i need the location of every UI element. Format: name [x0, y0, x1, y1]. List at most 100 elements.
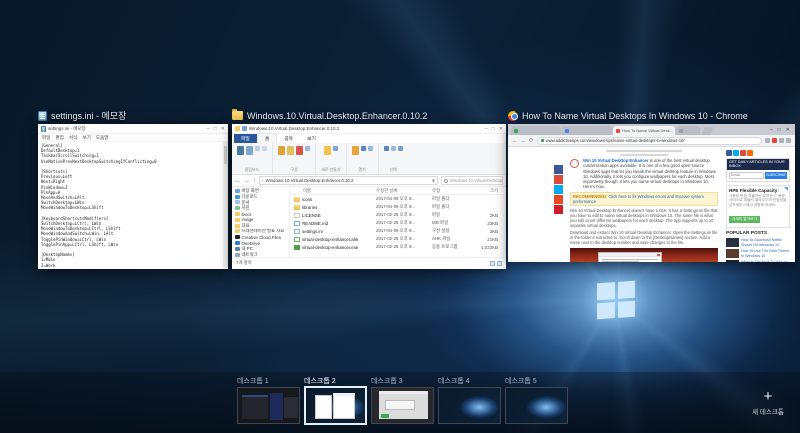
rss-follow-icon[interactable] [747, 150, 753, 156]
advertisement[interactable]: HPE Flexible Capacity: 사용한 만큼 지불하는 유연한 I… [726, 184, 790, 229]
scrollbar[interactable] [223, 142, 228, 268]
browser-tab[interactable] [562, 126, 612, 135]
minimize-icon[interactable]: – [770, 127, 773, 133]
copy-icon[interactable] [246, 146, 253, 155]
new-desktop-button[interactable]: + 새 데스크톱 [742, 389, 794, 416]
properties-icon[interactable] [360, 146, 366, 151]
tab-home[interactable]: 홈 [256, 133, 278, 143]
file-row[interactable]: virtual-desktop-enhancer.ahk 2017-02-26 … [292, 235, 504, 243]
recommended-banner[interactable]: RECOMMENDED: Click here to fix Windows e… [570, 191, 718, 206]
thumbnail-view-icon[interactable] [497, 260, 502, 266]
edit-icon[interactable] [367, 146, 373, 151]
window-thumbnail-chrome[interactable]: How To Name Virtual Desk... – □ ✕ ← → ⟳ … [508, 124, 795, 262]
list-view-icon[interactable] [490, 260, 495, 266]
menu-file[interactable]: 파일 [42, 135, 50, 141]
delete-icon[interactable] [296, 146, 303, 155]
file-row[interactable]: virtual-desktop-enhancer.exe 2017-02-26 … [292, 243, 504, 251]
googleplus-share-icon[interactable] [554, 175, 563, 184]
address-omnibox[interactable]: www.addictivetips.com/windows-tips/name-… [536, 136, 762, 145]
window-thumbnail-notepad[interactable]: settings.ini - 메모장 – □ ✕ 파일 편집 서식 보기 도움말… [38, 124, 228, 269]
file-row[interactable]: LICENSE 2017-02-26 오후 8:.. 파일 2KB [292, 211, 504, 219]
ad-cta-button[interactable]: 자세히 알아보기 [729, 216, 760, 224]
post-title-link[interactable]: How To Download Netflix Shows On Windows… [741, 238, 790, 247]
new-item-icon[interactable] [332, 146, 338, 151]
subscribe-button[interactable]: SUBSCRIBE [765, 171, 787, 179]
explorer-search-input[interactable]: Windows.10.Virtual.Desktop.. 검색 [441, 176, 503, 185]
file-row[interactable]: libraries 2017-04-09 오후 8:.. 파일 폴더 [292, 203, 504, 211]
maximize-icon[interactable]: □ [492, 126, 495, 132]
menu-help[interactable]: 도움말 [96, 135, 109, 141]
address-bar[interactable]: › Windows.10.Virtual.Desktop.Enhancer.0.… [259, 176, 438, 185]
refresh-icon[interactable]: ⟳ [529, 138, 534, 144]
notepad-text-area[interactable]: [General] DefaultDesktop=1 TaskbarScroll… [38, 142, 228, 268]
article-link[interactable]: Win 10 Virtual Desktop Enhancer [583, 158, 649, 163]
pin-icon[interactable] [237, 146, 244, 155]
quick-access-toolbar-icon[interactable] [242, 126, 247, 131]
facebook-follow-icon[interactable] [726, 150, 732, 156]
select-all-icon[interactable] [383, 146, 389, 151]
address-dropdown-icon[interactable]: ∨ [432, 178, 435, 184]
desktop-thumbnail-3[interactable] [371, 387, 434, 424]
popular-post-item[interactable]: How To Download Netflix Shows On Windows… [726, 238, 790, 248]
column-name[interactable]: 이름 [292, 188, 376, 194]
post-title-link[interactable]: What Is The Kodi TV Add-on And Is It Saf… [741, 260, 790, 262]
forward-icon[interactable]: → [244, 178, 250, 184]
pinterest-share-icon[interactable] [554, 205, 563, 214]
twitter-share-icon[interactable] [554, 185, 563, 194]
file-row[interactable]: icons 2017-04-09 오후 8:.. 파일 폴더 [292, 195, 504, 203]
extension-icon[interactable] [779, 138, 784, 143]
twitter-follow-icon[interactable] [733, 150, 739, 156]
sidebar-item-folder[interactable]: 프레젠테이션 발표 자료 [235, 229, 289, 235]
subscribe-email-input[interactable] [729, 171, 764, 179]
column-date-modified[interactable]: 수정한 날짜 [376, 188, 432, 194]
desktop-thumbnail-2-selected[interactable] [304, 386, 367, 425]
post-title-link[interactable]: How To Use The Dark Theme In Windows 10 [741, 249, 790, 258]
desktop-thumbnail-5[interactable] [505, 387, 568, 424]
file-row[interactable]: README.md 2017-02-26 오후 8:.. MD 파일 23KB [292, 219, 504, 227]
extension-icon[interactable] [772, 138, 777, 143]
back-icon[interactable]: ← [512, 138, 518, 144]
popular-post-item[interactable]: How To Use The Dark Theme In Windows 10 [726, 249, 790, 259]
file-row[interactable]: settings.ini 2017-04-09 오후 9:.. 구성 설정 3K… [292, 227, 504, 235]
window-thumbnail-explorer[interactable]: Windows.10.Virtual.Desktop.Enhancer.0.10… [232, 124, 506, 269]
desktop-thumbnail-1[interactable] [237, 387, 300, 424]
reddit-share-icon[interactable] [554, 195, 563, 204]
paste-icon[interactable] [255, 146, 260, 151]
close-icon[interactable]: ✕ [786, 127, 790, 133]
up-icon[interactable]: ↑ [253, 178, 256, 184]
menu-format[interactable]: 서식 [69, 135, 77, 141]
new-folder-icon[interactable] [323, 146, 331, 155]
menu-dots-icon[interactable] [786, 138, 791, 143]
desktop-thumbnail-4[interactable] [438, 387, 501, 424]
copy-to-icon[interactable] [287, 146, 294, 155]
back-icon[interactable]: ← [235, 178, 241, 184]
menu-edit[interactable]: 편집 [55, 135, 63, 141]
menu-view[interactable]: 보기 [82, 135, 90, 141]
maximize-icon[interactable]: □ [778, 127, 781, 133]
ad-choices-icon[interactable] [784, 186, 788, 191]
browser-tab-active[interactable]: How To Name Virtual Desk... [613, 126, 675, 135]
select-none-icon[interactable] [390, 146, 396, 151]
sidebar-item-network[interactable]: 네트워크 [235, 252, 289, 257]
new-tab-button[interactable] [701, 127, 714, 135]
browser-tab[interactable] [511, 126, 561, 135]
popular-post-item[interactable]: What Is The Kodi TV Add-on And Is It Saf… [726, 260, 790, 262]
browser-tab[interactable] [676, 126, 700, 135]
forward-icon[interactable]: → [521, 138, 527, 144]
tab-view[interactable]: 보기 [300, 134, 323, 143]
open-icon[interactable] [351, 146, 359, 155]
close-icon[interactable]: ✕ [221, 126, 225, 132]
facebook-share-icon[interactable] [554, 165, 563, 174]
move-to-icon[interactable] [278, 146, 285, 155]
invert-selection-icon[interactable] [397, 146, 403, 151]
extension-icon[interactable] [765, 138, 770, 143]
breadcrumb[interactable]: Windows.10.Virtual.Desktop.Enhancer.0.10… [265, 178, 353, 183]
tab-file[interactable]: 파일 [234, 134, 257, 143]
googleplus-follow-icon[interactable] [740, 150, 746, 156]
column-size[interactable]: 크기 [474, 188, 498, 194]
minimize-icon[interactable]: – [485, 126, 488, 132]
minimize-icon[interactable]: – [207, 126, 210, 132]
maximize-icon[interactable]: □ [214, 126, 217, 132]
sidebar-item-creative-cloud[interactable]: Creative Cloud Files [235, 234, 289, 240]
rename-icon[interactable] [305, 146, 310, 151]
